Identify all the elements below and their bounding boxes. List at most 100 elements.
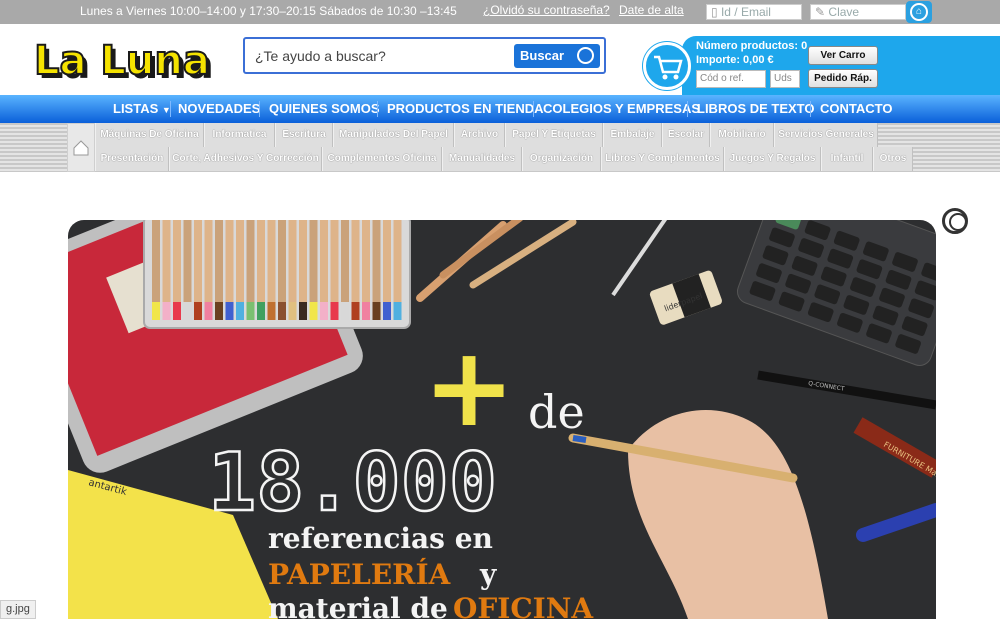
banner-de: de <box>528 385 585 439</box>
category-papel-y-etiquetas[interactable]: Papel Y Etiquetas <box>505 123 603 147</box>
view-cart-button[interactable]: Ver Carro <box>808 46 878 65</box>
pencil-tip <box>393 302 402 320</box>
pencil-tip <box>351 302 360 320</box>
category-corte-adhesivos[interactable]: Corte, Adhesivos Y Corrección <box>169 147 322 171</box>
login-password-field[interactable]: ✎ Clave <box>810 4 906 20</box>
pencil-tip <box>225 302 234 320</box>
nav-separator <box>810 101 811 117</box>
pencil <box>309 220 318 302</box>
banner-y: y <box>479 558 497 591</box>
main-nav: LISTAS ▼ NOVEDADES QUIENES SOMOS PRODUCT… <box>0 95 1000 123</box>
pencil <box>173 220 181 302</box>
pencil-tip <box>372 302 381 320</box>
category-manipulados-del-papel[interactable]: Manipulados Del Papel <box>333 123 454 147</box>
login-id-field[interactable]: ▯ Id / Email <box>706 4 802 20</box>
search-box[interactable]: ¿Te ayudo a buscar? Buscar <box>243 37 606 74</box>
search-button[interactable]: Buscar <box>514 44 600 68</box>
pencil-tip <box>183 302 192 320</box>
pencil-tip <box>236 302 244 320</box>
nav-colegios-y-empresas[interactable]: COLEGIOS Y EMPRESAS <box>543 101 700 116</box>
nav-contacto[interactable]: CONTACTO <box>820 101 892 116</box>
category-escritura[interactable]: Escritura <box>275 123 333 147</box>
pencil <box>267 220 276 302</box>
pencil-tip <box>152 302 160 320</box>
pencil-tip <box>383 302 391 320</box>
pencil <box>246 220 255 302</box>
banner-line1: referencias en <box>268 522 493 555</box>
pencil <box>288 220 297 302</box>
nav-libros-de-texto[interactable]: LIBROS DE TEXTO <box>697 101 815 116</box>
nav-separator <box>687 101 688 117</box>
nav-separator <box>533 101 534 117</box>
pencil <box>162 220 171 302</box>
category-otros[interactable]: Otros <box>873 147 913 171</box>
cart-amount: Importe: 0,00 € <box>696 54 774 66</box>
nav-quienes-somos[interactable]: QUIENES SOMOS <box>269 101 380 116</box>
calculator-image <box>736 220 936 366</box>
product-code-input[interactable]: Cód o ref. <box>696 70 766 88</box>
login-button[interactable]: ⌂ <box>906 1 932 23</box>
cart-products-count: Número productos: 0 <box>696 40 808 52</box>
category-servicios-generales[interactable]: Servicios Generales <box>774 123 878 147</box>
banner-papeleria: PAPELERÍA <box>268 558 452 591</box>
pencil <box>278 220 286 302</box>
hand-holding-pencil <box>568 410 828 619</box>
nav-listas[interactable]: LISTAS ▼ <box>113 101 171 116</box>
category-informatica[interactable]: Informatica <box>204 123 275 147</box>
pencil <box>152 220 160 302</box>
pencil-tip <box>278 302 286 320</box>
pencil <box>351 220 360 302</box>
category-embalaje[interactable]: Embalaje <box>603 123 662 147</box>
category-juegos-y-regalos[interactable]: Juegos Y Regalos <box>724 147 821 171</box>
category-organizacion[interactable]: Organización <box>522 147 601 171</box>
category-archivo[interactable]: Archivo <box>454 123 505 147</box>
cart-icon[interactable] <box>643 42 691 90</box>
pencil-tip <box>194 302 202 320</box>
pencil <box>341 220 349 302</box>
pencil-tip <box>267 302 276 320</box>
category-manualidades[interactable]: Manualidades <box>442 147 522 171</box>
category-complementos-oficina[interactable]: Complementos Oficina <box>322 147 442 171</box>
pencil-tip <box>162 302 171 320</box>
home-button[interactable] <box>67 123 95 172</box>
pencil-tip <box>204 302 213 320</box>
pencil-tip <box>246 302 255 320</box>
forgot-password-link[interactable]: ¿Olvidó su contraseña? <box>483 3 610 17</box>
category-escolar[interactable]: Escolar <box>662 123 710 147</box>
pencil <box>183 220 192 302</box>
nav-separator <box>377 101 378 117</box>
pencil-tip <box>362 302 370 320</box>
search-icon <box>577 47 594 64</box>
pencil-tip <box>173 302 181 320</box>
logo[interactable]: La Luna La Luna <box>32 34 218 88</box>
pencil <box>372 220 381 302</box>
hero-banner[interactable]: liderpapel Q-CONNECT FURNITURE Marker an… <box>68 220 936 619</box>
nav-novedades[interactable]: NOVEDADES <box>178 101 260 116</box>
category-mobiliario[interactable]: Mobiliario <box>710 123 774 147</box>
pencil <box>194 220 202 302</box>
pencil-tip <box>299 302 307 320</box>
shopping-cart-icon <box>654 55 683 80</box>
category-infantil[interactable]: Infantil <box>821 147 873 171</box>
banner-material-de: material de <box>268 592 448 619</box>
nav-productos-en-tienda[interactable]: PRODUCTOS EN TIENDA <box>387 101 544 116</box>
search-input[interactable]: ¿Te ayudo a buscar? <box>255 48 386 64</box>
category-maquinas-de-oficina[interactable]: Máquinas De Oficina <box>95 123 204 147</box>
category-presentacion[interactable]: Presentación <box>95 147 169 171</box>
category-libros-y-complementos[interactable]: Libros Y Complementos <box>601 147 724 171</box>
pencil <box>215 220 223 302</box>
colored-pencils-box <box>143 220 411 329</box>
pencil <box>204 220 213 302</box>
units-input[interactable]: Uds <box>770 70 800 88</box>
banner-illustration: liderpapel Q-CONNECT FURNITURE Marker an… <box>68 220 936 619</box>
pencil-tip <box>215 302 223 320</box>
quick-order-button[interactable]: Pedido Ráp. <box>808 69 878 88</box>
key-icon: ✎ <box>815 5 826 19</box>
loose-pencils <box>416 220 668 302</box>
pencil <box>257 220 265 302</box>
status-bar: g.jpg <box>0 600 36 619</box>
register-link[interactable]: Date de alta <box>619 3 684 17</box>
pencil <box>330 220 339 302</box>
logo-text: La Luna <box>34 38 210 84</box>
pencil-tip <box>257 302 265 320</box>
